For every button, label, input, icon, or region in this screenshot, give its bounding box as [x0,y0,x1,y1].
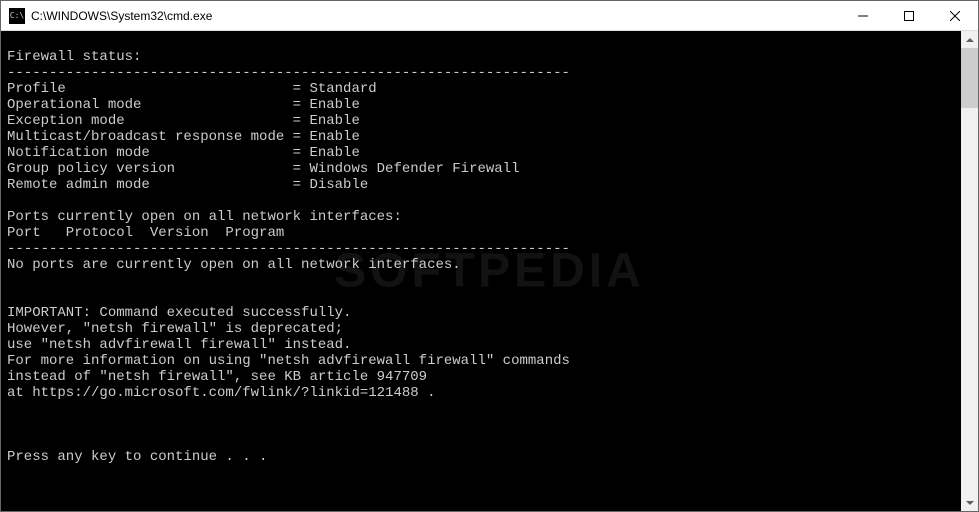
scroll-up-button[interactable] [961,31,978,48]
scroll-track[interactable] [961,48,978,494]
titlebar-controls [840,1,978,30]
maximize-icon [904,11,914,21]
cmd-icon: C:\ [9,8,25,24]
console-area: Firewall status: -----------------------… [1,31,978,511]
titlebar[interactable]: C:\ C:\WINDOWS\System32\cmd.exe [1,1,978,31]
chevron-up-icon [966,38,974,42]
close-icon [950,11,960,21]
scrollbar[interactable] [961,31,978,511]
maximize-button[interactable] [886,1,932,30]
scroll-down-button[interactable] [961,494,978,511]
console-output[interactable]: Firewall status: -----------------------… [1,31,961,511]
window: C:\ C:\WINDOWS\System32\cmd.exe Firewall… [0,0,979,512]
scroll-thumb[interactable] [961,48,978,108]
minimize-button[interactable] [840,1,886,30]
chevron-down-icon [966,501,974,505]
minimize-icon [858,11,868,21]
close-button[interactable] [932,1,978,30]
window-title: C:\WINDOWS\System32\cmd.exe [31,9,840,23]
